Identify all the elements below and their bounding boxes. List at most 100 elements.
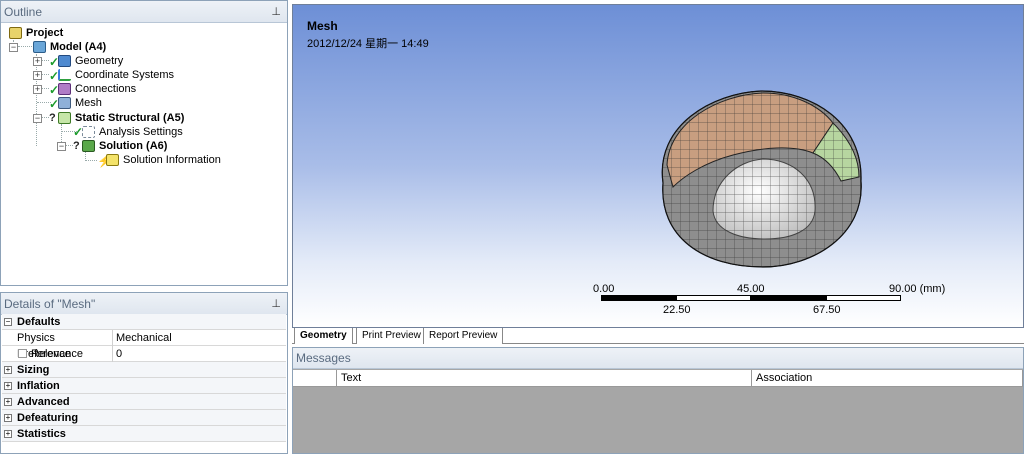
group-label: Statistics xyxy=(17,428,66,440)
pin-icon[interactable]: ⊥ xyxy=(271,293,281,315)
tree-label: Project xyxy=(26,27,64,39)
tree-item-project[interactable]: Project xyxy=(9,26,63,40)
expand-icon[interactable]: + xyxy=(4,382,12,390)
tree-line xyxy=(41,60,49,61)
row-relevance[interactable]: Relevance 0 xyxy=(2,346,286,362)
scale-segment xyxy=(676,295,751,301)
group-label: Sizing xyxy=(17,364,50,376)
tree-line xyxy=(41,117,49,118)
tree-label: Analysis Settings xyxy=(99,126,183,138)
column-blank[interactable] xyxy=(293,370,337,387)
messages-header: Text Association xyxy=(293,370,1023,387)
tree-line xyxy=(18,46,32,47)
row-physics-preference[interactable]: Physics Preference Mechanical xyxy=(2,330,286,360)
column-association[interactable]: Association xyxy=(752,370,1023,387)
outline-panel: Outline ⊥ Project − Model (A4) + ✓ Geome… xyxy=(0,0,288,286)
tree-label: Geometry xyxy=(75,55,124,67)
expand-icon[interactable]: + xyxy=(33,57,42,66)
collapse-icon[interactable]: − xyxy=(57,142,66,151)
tree-item-model[interactable]: Model (A4) xyxy=(33,40,106,54)
group-defaults[interactable]: − Defaults xyxy=(2,314,286,330)
axes-icon xyxy=(58,69,71,81)
project-icon xyxy=(9,27,22,39)
column-text[interactable]: Text xyxy=(337,370,752,387)
scale-label: 0.00 xyxy=(593,283,615,295)
tree-label: Static Structural (A5) xyxy=(75,112,185,124)
tree-item-coordinate-systems[interactable]: Coordinate Systems xyxy=(58,68,174,82)
scale-label: 22.50 xyxy=(663,304,691,316)
scale-segment xyxy=(751,295,826,301)
outline-tree: Project − Model (A4) + ✓ Geometry + ✓ Co… xyxy=(1,24,287,285)
tree-label: Model (A4) xyxy=(50,41,107,53)
scale-label: 45.00 xyxy=(737,283,765,295)
model-icon xyxy=(33,41,46,53)
graphics-viewport[interactable]: Mesh 2012/12/24 星期一 14:49 0.00 45.00 90.… xyxy=(292,4,1024,328)
expand-icon[interactable]: + xyxy=(4,430,12,438)
tree-item-solution[interactable]: Solution (A6) xyxy=(82,139,167,153)
tree-line xyxy=(36,54,37,146)
information-icon xyxy=(106,154,119,166)
property-key: Relevance xyxy=(31,348,83,360)
tree-item-mesh[interactable]: Mesh xyxy=(58,96,102,110)
relevance-checkbox[interactable] xyxy=(18,349,27,358)
property-value[interactable]: 0 xyxy=(112,346,122,362)
collapse-icon[interactable]: − xyxy=(9,43,18,52)
outline-title-text: Outline xyxy=(4,5,43,19)
tree-label: Coordinate Systems xyxy=(75,69,175,81)
messages-title: Messages xyxy=(293,348,1023,369)
pin-icon[interactable]: ⊥ xyxy=(271,1,281,23)
details-title-text: Details of "Mesh" xyxy=(4,297,96,311)
expand-icon[interactable]: + xyxy=(4,398,12,406)
mesh-grid xyxy=(662,91,862,267)
tree-label: Solution Information xyxy=(123,154,221,166)
group-sizing[interactable]: + Sizing xyxy=(2,362,286,378)
question-icon: ? xyxy=(73,140,80,152)
tree-line xyxy=(41,74,49,75)
tree-item-solution-information[interactable]: Solution Information xyxy=(106,153,221,167)
messages-panel: Messages Text Association xyxy=(292,347,1024,454)
mesh-model[interactable] xyxy=(293,5,1024,328)
tree-item-connections[interactable]: Connections xyxy=(58,82,136,96)
connections-icon xyxy=(58,83,71,95)
group-advanced[interactable]: + Advanced xyxy=(2,394,286,410)
group-statistics[interactable]: + Statistics xyxy=(2,426,286,442)
tree-line xyxy=(41,88,49,89)
outline-title: Outline ⊥ xyxy=(1,1,287,23)
static-structural-icon xyxy=(58,112,71,124)
messages-title-text: Messages xyxy=(296,351,351,365)
expand-icon[interactable]: + xyxy=(33,71,42,80)
property-value[interactable]: Mechanical xyxy=(112,330,172,346)
expand-icon[interactable]: + xyxy=(4,366,12,374)
view-tabs: Geometry Print Preview Report Preview xyxy=(292,328,1024,344)
tree-label: Solution (A6) xyxy=(99,140,168,152)
geometry-icon xyxy=(58,55,71,67)
tree-item-geometry[interactable]: Geometry xyxy=(58,54,123,68)
group-defeaturing[interactable]: + Defeaturing xyxy=(2,410,286,426)
details-panel: Details of "Mesh" ⊥ − Defaults Physics P… xyxy=(0,292,288,454)
scale-bar: 0.00 45.00 90.00 (mm) 22.50 67.50 xyxy=(593,283,953,323)
expand-icon[interactable]: + xyxy=(4,414,12,422)
group-label: Defeaturing xyxy=(17,412,79,424)
scale-label: 90.00 (mm) xyxy=(889,283,946,295)
details-title: Details of "Mesh" ⊥ xyxy=(1,293,287,315)
group-label: Defaults xyxy=(17,316,61,328)
tree-item-analysis-settings[interactable]: Analysis Settings xyxy=(82,125,183,139)
group-label: Inflation xyxy=(17,380,60,392)
question-icon: ? xyxy=(49,112,56,124)
expand-icon[interactable]: + xyxy=(33,85,42,94)
collapse-icon[interactable]: − xyxy=(4,318,12,326)
tree-item-static-structural[interactable]: Static Structural (A5) xyxy=(58,111,184,125)
group-inflation[interactable]: + Inflation xyxy=(2,378,286,394)
collapse-icon[interactable]: − xyxy=(33,114,42,123)
tree-label: Connections xyxy=(75,83,137,95)
mesh-icon xyxy=(58,97,71,109)
scale-segment xyxy=(601,295,676,301)
tree-label: Mesh xyxy=(75,97,102,109)
tree-line xyxy=(65,145,73,146)
solution-icon xyxy=(82,140,95,152)
scale-segment xyxy=(826,295,901,301)
group-label: Advanced xyxy=(17,396,70,408)
tab-print-preview[interactable]: Print Preview xyxy=(356,328,427,344)
tab-report-preview[interactable]: Report Preview xyxy=(423,328,504,344)
tab-geometry[interactable]: Geometry xyxy=(294,328,353,344)
